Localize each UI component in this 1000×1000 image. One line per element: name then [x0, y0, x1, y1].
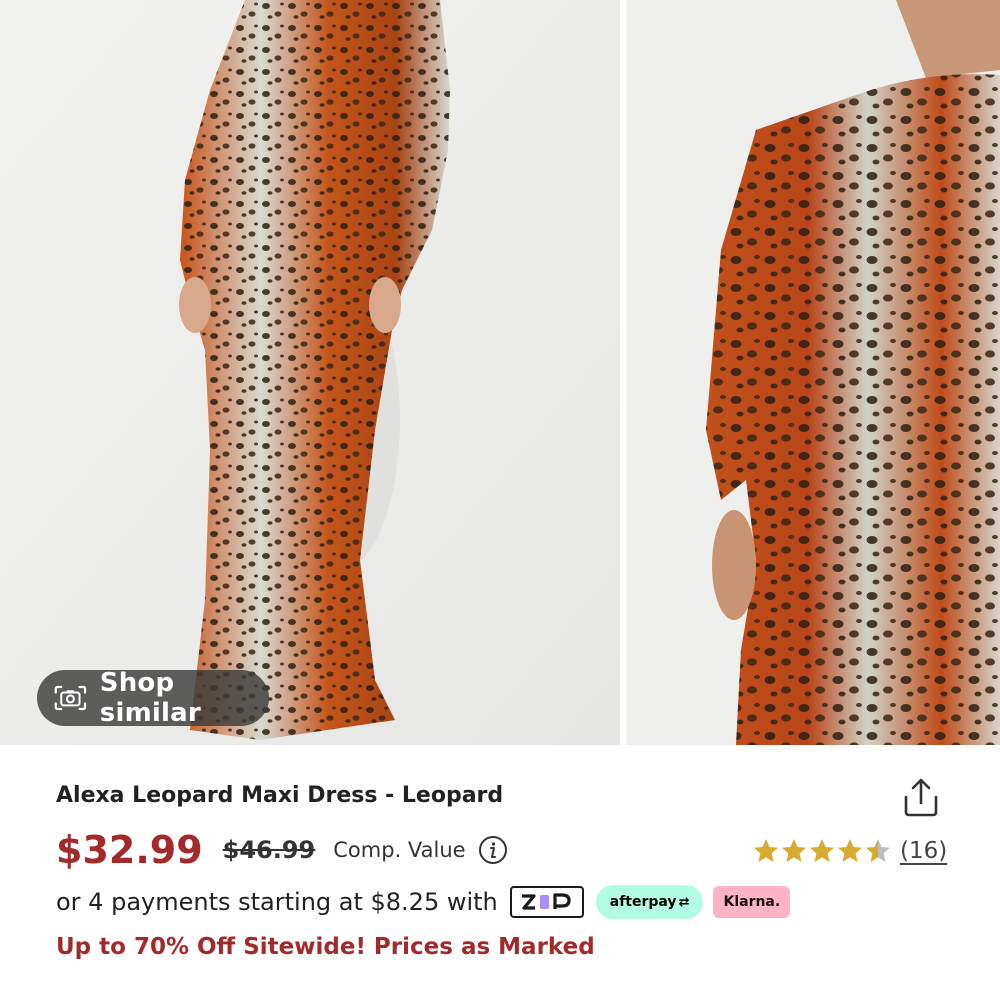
afterpay-label: afterpay: [609, 894, 677, 910]
product-photo-closeup[interactable]: [626, 0, 1000, 745]
zip-badge[interactable]: [509, 886, 584, 918]
share-button[interactable]: [898, 775, 944, 821]
klarna-badge[interactable]: Klarna.: [713, 886, 791, 918]
product-rating[interactable]: (16): [752, 833, 947, 869]
star-icon: [754, 839, 778, 862]
installment-payments: or 4 payments starting at $8.25 with aft…: [56, 882, 791, 922]
product-photo-full-length[interactable]: [0, 0, 620, 745]
review-count-link[interactable]: (16): [900, 838, 947, 864]
info-button[interactable]: [478, 835, 508, 865]
klarna-label: Klarna.: [723, 894, 781, 910]
current-price: $32.99: [56, 828, 203, 872]
star-icon: [838, 839, 862, 862]
product-image-gallery[interactable]: Shop similar: [0, 0, 1000, 745]
info-icon: [478, 836, 507, 864]
star-icon: [782, 839, 806, 862]
share-icon: [904, 778, 938, 817]
shop-similar-button[interactable]: Shop similar: [37, 668, 269, 728]
shop-similar-label: Shop similar: [99, 668, 201, 728]
star-icon: [810, 839, 834, 862]
original-price: $46.99: [222, 836, 316, 864]
comp-value-label: Comp. Value: [333, 838, 466, 862]
price-row: $32.99 $46.99 Comp. Value: [56, 826, 508, 874]
promo-banner-text: Up to 70% Off Sitewide! Prices as Marked: [56, 934, 595, 960]
camera-icon: [54, 685, 87, 711]
star-icon: [866, 839, 890, 862]
installment-text: or 4 payments starting at $8.25 with: [56, 888, 498, 916]
zip-logo-icon: [521, 893, 571, 910]
afterpay-arrows-icon: ⇄: [678, 894, 690, 910]
product-title: Alexa Leopard Maxi Dress - Leopard: [56, 783, 504, 808]
model-closeup-photo: [626, 0, 1000, 745]
afterpay-badge[interactable]: afterpay ⇄: [595, 885, 704, 919]
model-full-length-photo: [0, 0, 620, 745]
star-rating: [752, 837, 892, 865]
